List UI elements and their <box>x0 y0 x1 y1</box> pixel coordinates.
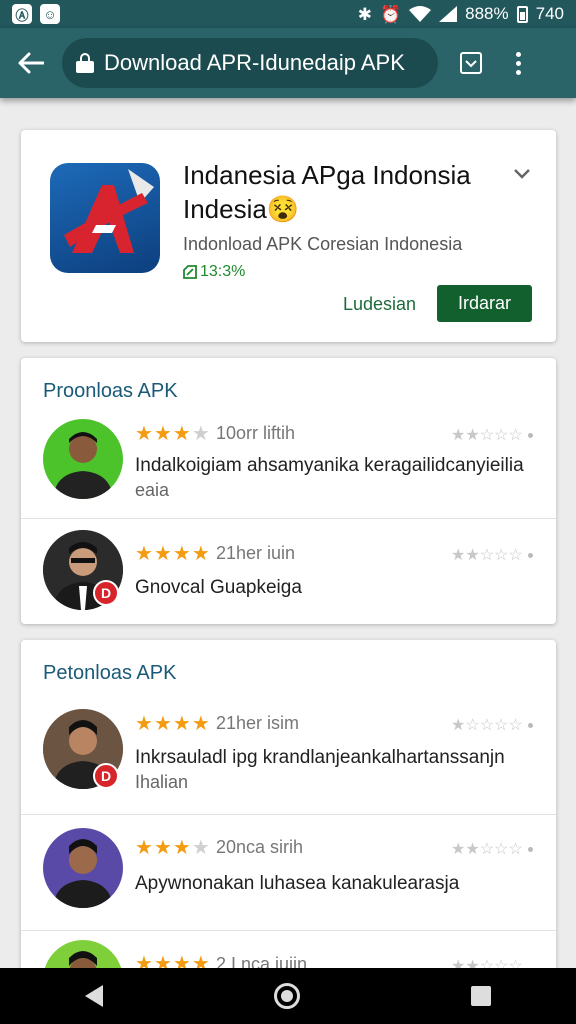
wifi-icon <box>409 6 432 22</box>
star-rating: ★ ★ ★ ★ <box>135 713 210 735</box>
avatar[interactable] <box>43 419 123 499</box>
battery-percent: 888% <box>465 4 509 23</box>
arrow-left-icon[interactable] <box>0 28 62 98</box>
lock-icon <box>76 53 94 73</box>
download-size-icon <box>183 265 197 279</box>
status-bar: Ⓐ ☺ ✱ ⏰ 888% 740 <box>0 0 576 28</box>
app-subtitle: Indonload APK Coresian Indonesia <box>183 234 463 254</box>
notification-app-icon: Ⓐ <box>12 4 32 24</box>
nav-recents-icon[interactable] <box>470 986 491 1006</box>
more-vert-icon[interactable] <box>516 51 521 75</box>
reviews-section: Petonloas APK D ★ ★ ★ ★ 21her isim ★☆☆☆☆ In… <box>21 640 556 980</box>
mini-rating: ★★☆☆☆ <box>451 545 533 565</box>
divider <box>21 518 556 519</box>
tab-switcher-icon[interactable] <box>460 52 482 74</box>
nav-back-icon[interactable] <box>85 985 104 1007</box>
app-size: 13:3% <box>183 263 245 281</box>
review-time: 10orr liftih <box>216 423 296 443</box>
verified-badge: D <box>93 580 119 606</box>
mini-rating: ★★☆☆☆ <box>451 425 533 445</box>
bluetooth-icon: ✱ <box>357 4 372 24</box>
battery-icon <box>516 5 528 23</box>
star-rating: ★ ★ ★ ★ <box>135 543 210 565</box>
section-title: Proonloas APK <box>43 380 178 402</box>
system-navigation-bar <box>0 968 576 1024</box>
reviews-section: Proonloas APK ★ ★ ★ ★ 10orr liftih ★★☆☆☆ In… <box>21 358 556 624</box>
app-logo[interactable] <box>50 163 160 273</box>
avatar[interactable] <box>43 828 123 908</box>
divider <box>21 814 556 815</box>
review-time: 21her iuin <box>216 543 296 563</box>
review-time: 20nca sirih <box>216 837 304 857</box>
install-button[interactable]: Irdarar <box>437 285 532 322</box>
divider <box>21 930 556 931</box>
emoji: 😵 <box>266 194 300 224</box>
review-text: Gnovcal Guapkeiga <box>135 577 302 598</box>
secondary-action-link[interactable]: Ludesian <box>343 294 416 315</box>
mini-rating: ★★☆☆☆ <box>451 839 533 859</box>
app-info-card: Indanesia APga Indonsia Indesia😵 Indonlo… <box>21 130 556 342</box>
verified-badge: D <box>93 763 119 789</box>
star-rating: ★ ★ ★ ★ <box>135 837 210 859</box>
review-text-extra: Ihalian <box>135 772 189 792</box>
review-text: Indalkoigiam ahsamyanika keragailidcanyi… <box>135 455 524 476</box>
review-item[interactable]: D ★ ★ ★ ★ 21her iuin ★★☆☆☆ Gnovcal Guapkeig… <box>21 530 556 620</box>
url-bar[interactable]: Download APR-Idunedaip APK <box>62 38 438 88</box>
review-item[interactable]: D ★ ★ ★ ★ 21her isim ★☆☆☆☆ Inkrsauladl ipg … <box>21 706 556 812</box>
star-rating: ★ ★ ★ ★ <box>135 423 210 445</box>
signal-icon <box>439 6 458 22</box>
review-time: 21her isim <box>216 713 300 733</box>
section-title: Petonloas APK <box>43 662 177 684</box>
review-item[interactable]: ★ ★ ★ ★ 10orr liftih ★★☆☆☆ Indalkoigiam ahs… <box>21 416 556 518</box>
notification-app-icon: ☺ <box>40 4 60 24</box>
review-text: Inkrsauladl ipg krandlanjeankalhartanssa… <box>135 747 505 768</box>
alarm-icon: ⏰ <box>379 4 402 24</box>
app-title: Indanesia APga Indonsia Indesia😵 <box>183 160 471 224</box>
url-text: Download APR-Idunedaip APK <box>104 50 405 75</box>
review-text: Apywnonakan luhasea kanakulearasja <box>135 873 460 894</box>
browser-toolbar: Download APR-Idunedaip APK <box>0 28 576 98</box>
nav-home-icon[interactable] <box>273 983 300 1009</box>
review-text-extra: eaia <box>135 480 170 500</box>
review-item[interactable]: ★ ★ ★ ★ 20nca sirih ★★☆☆☆ Apywnonakan luhas… <box>21 828 556 918</box>
chevron-down-icon[interactable] <box>513 164 531 185</box>
clock: 740 <box>535 4 564 23</box>
mini-rating: ★☆☆☆☆ <box>451 715 533 735</box>
